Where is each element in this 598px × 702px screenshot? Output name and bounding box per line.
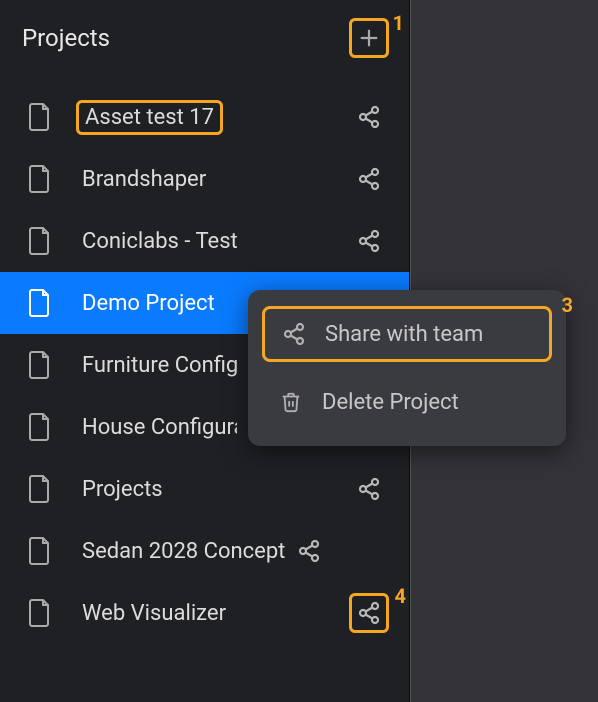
menu-share-with-team[interactable]: Share with team 3 bbox=[262, 306, 552, 362]
project-item-sedan-2028-concept[interactable]: Sedan 2028 Concept bbox=[0, 520, 409, 582]
callout-4: 4 bbox=[395, 584, 406, 608]
project-label: Demo Project bbox=[82, 291, 232, 316]
project-label: Projects bbox=[82, 477, 349, 502]
share-button[interactable] bbox=[349, 167, 389, 191]
project-label[interactable]: Asset test 17 2 bbox=[76, 100, 223, 135]
project-label: Sedan 2028 Concept bbox=[82, 539, 285, 564]
project-item-projects[interactable]: Projects bbox=[0, 458, 409, 520]
project-item-coniclabs-test[interactable]: Coniclabs - Test bbox=[0, 210, 409, 272]
project-label: Brandshaper bbox=[82, 167, 349, 192]
document-icon bbox=[28, 288, 58, 318]
project-item-asset-test-17[interactable]: Asset test 17 2 bbox=[0, 86, 409, 148]
document-icon bbox=[28, 350, 58, 380]
project-item-brandshaper[interactable]: Brandshaper bbox=[0, 148, 409, 210]
share-icon bbox=[357, 229, 381, 253]
sidebar-header: Projects 1 bbox=[0, 0, 409, 74]
share-icon bbox=[357, 601, 381, 625]
project-item-web-visualizer[interactable]: Web Visualizer 4 bbox=[0, 582, 409, 644]
document-icon bbox=[28, 598, 58, 628]
project-label: House Configurator bbox=[82, 415, 237, 440]
add-project-button[interactable]: 1 bbox=[349, 18, 389, 58]
callout-1: 1 bbox=[393, 11, 404, 35]
share-icon bbox=[357, 167, 381, 191]
share-icon bbox=[357, 477, 381, 501]
share-icon bbox=[357, 105, 381, 129]
document-icon bbox=[28, 474, 58, 504]
project-label: Web Visualizer bbox=[82, 601, 349, 626]
trash-icon bbox=[276, 390, 306, 414]
menu-item-label: Delete Project bbox=[322, 390, 459, 415]
share-button[interactable] bbox=[289, 539, 329, 563]
share-button[interactable] bbox=[349, 229, 389, 253]
menu-item-label: Share with team bbox=[325, 322, 483, 347]
share-icon bbox=[279, 322, 309, 346]
share-button[interactable]: 4 bbox=[349, 593, 389, 633]
document-icon bbox=[28, 536, 58, 566]
document-icon bbox=[28, 102, 58, 132]
document-icon bbox=[28, 164, 58, 194]
share-button[interactable] bbox=[349, 105, 389, 129]
document-icon bbox=[28, 226, 58, 256]
sidebar-title: Projects bbox=[22, 24, 110, 52]
share-icon bbox=[297, 539, 321, 563]
menu-delete-project[interactable]: Delete Project bbox=[262, 374, 552, 430]
document-icon bbox=[28, 412, 58, 442]
project-label: Furniture Configurator bbox=[82, 353, 237, 378]
context-menu: Share with team 3 Delete Project bbox=[248, 290, 566, 446]
project-label: Coniclabs - Test bbox=[82, 229, 349, 254]
share-button[interactable] bbox=[349, 477, 389, 501]
plus-icon bbox=[358, 27, 380, 49]
